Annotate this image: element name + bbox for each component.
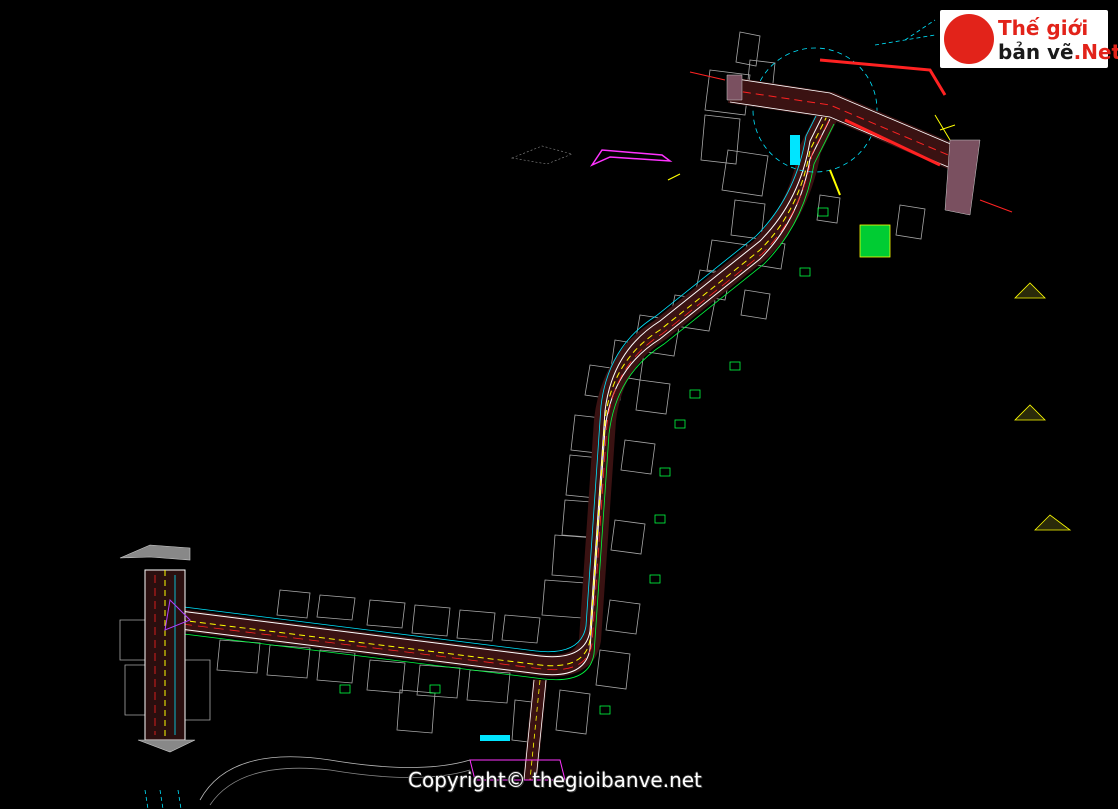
brand-line1: Thế giới — [998, 16, 1089, 40]
arrow-down-left — [137, 739, 196, 753]
guide-lines — [144, 789, 182, 809]
yellow-arrow — [667, 173, 681, 181]
main-road — [175, 95, 840, 681]
copyright-watermark: Copyright© thegioibanve.net — [408, 768, 702, 792]
bridge-ramp-left — [726, 74, 743, 101]
house-icon — [944, 14, 994, 64]
brand-line2: bản vẽ.Net — [998, 40, 1118, 64]
road-plan-drawing[interactable] — [0, 0, 1118, 809]
brand-suffix: .Net — [1073, 40, 1118, 64]
bridge-ramp-right — [944, 139, 981, 216]
brand-line2-text: bản vẽ — [998, 40, 1074, 64]
detail-triangles — [1014, 282, 1072, 531]
magenta-marker — [589, 149, 673, 167]
branch-road-bottom — [469, 679, 566, 781]
terrain-hatch — [510, 145, 573, 165]
arrow-up-left — [119, 544, 191, 561]
cross-road-left — [119, 544, 196, 753]
cad-viewport[interactable]: Thế giới bản vẽ.Net Copyright© thegioiba… — [0, 0, 1118, 809]
brand-logo: Thế giới bản vẽ.Net — [940, 10, 1118, 68]
